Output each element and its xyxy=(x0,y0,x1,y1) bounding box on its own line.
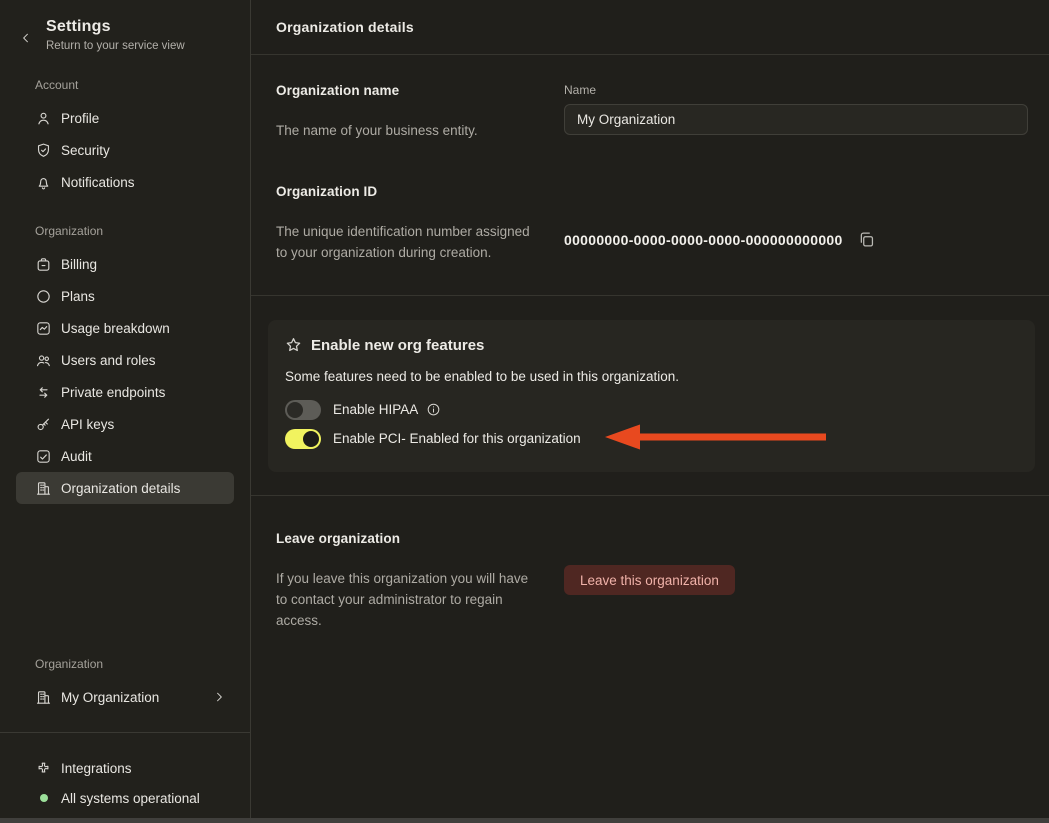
features-card-description: Some features need to be enabled to be u… xyxy=(285,369,680,384)
back-button[interactable] xyxy=(14,26,38,50)
users-icon xyxy=(35,352,52,369)
sidebar-subtitle[interactable]: Return to your service view xyxy=(46,40,185,52)
sidebar-item-security[interactable]: Security xyxy=(16,134,234,166)
chevron-right-icon xyxy=(212,690,226,704)
nav-section-label-account: Account xyxy=(35,78,79,92)
page-header: Organization details xyxy=(251,0,1049,55)
sidebar-item-plans[interactable]: Plans xyxy=(16,280,234,312)
sidebar-item-usage-breakdown[interactable]: Usage breakdown xyxy=(16,312,234,344)
sidebar-item-label: Security xyxy=(61,142,110,158)
name-field-label: Name xyxy=(564,83,597,97)
features-card: Enable new org features Some features ne… xyxy=(268,320,1035,472)
toggle-knob xyxy=(303,430,319,447)
org-info-region: Organization name The name of your busin… xyxy=(251,55,1049,296)
org-name-row: Organization name The name of your busin… xyxy=(251,55,1049,141)
toggle-row-enable-hipaa: Enable HIPAA xyxy=(285,397,1019,422)
org-name-input[interactable] xyxy=(564,104,1028,135)
toggle-row-enable-pci-enabled-for-this-organization: Enable PCI- Enabled for this organizatio… xyxy=(285,426,1019,451)
leave-region: Leave organization If you leave this org… xyxy=(251,496,1049,631)
chevron-left-icon xyxy=(19,31,33,45)
org-name-title: Organization name xyxy=(276,83,400,98)
org-id-description: The unique identification number assigne… xyxy=(276,224,530,260)
sidebar-title: Settings xyxy=(46,18,111,35)
org-switcher[interactable]: My Organization xyxy=(16,681,234,713)
sidebar-item-label: Billing xyxy=(61,256,98,272)
org-name-description: The name of your business entity. xyxy=(276,123,478,138)
status-dot xyxy=(40,794,48,802)
sidebar-item-notifications[interactable]: Notifications xyxy=(16,166,234,198)
integrations-label: Integrations xyxy=(61,760,132,776)
system-status[interactable]: All systems operational xyxy=(0,783,250,813)
page-title: Organization details xyxy=(276,19,414,35)
shield-icon xyxy=(35,142,52,159)
toggle-knob xyxy=(287,401,303,418)
sidebar-item-audit[interactable]: Audit xyxy=(16,440,234,472)
org-switcher-label: Organization xyxy=(35,657,104,671)
sidebar-footer: Integrations All systems operational xyxy=(0,732,250,823)
org-id-title: Organization ID xyxy=(276,184,378,199)
toggle-enable-pci-enabled-for-this-organization[interactable] xyxy=(285,428,321,449)
chart-icon xyxy=(35,320,52,337)
window-bottom-edge xyxy=(0,818,1049,823)
leave-title: Leave organization xyxy=(276,531,401,546)
key-icon xyxy=(35,416,52,433)
star-icon xyxy=(284,336,303,355)
integrations-link[interactable]: Integrations xyxy=(0,753,250,783)
sidebar-org-switcher-group: Organization My Organization xyxy=(0,631,250,713)
sidebar-item-label: Usage breakdown xyxy=(61,320,170,336)
sidebar-item-profile[interactable]: Profile xyxy=(16,102,234,134)
sidebar-item-label: API keys xyxy=(61,416,115,432)
sidebar-nav: Account Profile Security Notifications Organ… xyxy=(0,52,250,504)
toggle-label: Enable HIPAA xyxy=(333,402,419,417)
leave-organization-button[interactable]: Leave this organization xyxy=(564,565,735,595)
sidebar-item-api-keys[interactable]: API keys xyxy=(16,408,234,440)
sidebar-item-label: Organization details xyxy=(61,480,181,496)
billing-icon xyxy=(35,256,52,273)
arrows-icon xyxy=(35,384,52,401)
puzzle-icon xyxy=(35,760,52,777)
toggle-label: Enable PCI- Enabled for this organizatio… xyxy=(333,431,581,446)
sidebar-item-label: Users and roles xyxy=(61,352,156,368)
nav-section-label-organization: Organization xyxy=(35,224,104,238)
user-icon xyxy=(35,110,52,127)
sidebar-item-label: Plans xyxy=(61,288,95,304)
leave-description: If you leave this organization you will … xyxy=(276,571,529,628)
bell-icon xyxy=(35,174,52,191)
toggle-enable-hipaa[interactable] xyxy=(285,399,321,420)
features-region: Enable new org features Some features ne… xyxy=(251,296,1049,496)
building-icon xyxy=(35,480,52,497)
org-switcher-name: My Organization xyxy=(61,689,160,705)
sidebar-header: Settings Return to your service view xyxy=(0,16,250,52)
leave-row: Leave organization If you leave this org… xyxy=(251,496,1049,631)
main-content: Organization details Organization name T… xyxy=(251,0,1049,823)
sidebar-item-users-and-roles[interactable]: Users and roles xyxy=(16,344,234,376)
info-icon[interactable] xyxy=(426,402,441,417)
building-icon xyxy=(35,689,52,706)
settings-sidebar: Settings Return to your service view Acc… xyxy=(0,0,251,823)
sidebar-item-organization-details[interactable]: Organization details xyxy=(16,472,234,504)
org-id-row: Organization ID The unique identificatio… xyxy=(251,184,1049,295)
sidebar-item-billing[interactable]: Billing xyxy=(16,248,234,280)
copy-icon[interactable] xyxy=(857,230,877,250)
feature-toggles: Enable HIPAA Enable PCI- Enabled for this… xyxy=(280,397,1019,451)
features-card-title: Enable new org features xyxy=(311,337,485,354)
sidebar-item-label: Notifications xyxy=(61,174,135,190)
sidebar-item-label: Profile xyxy=(61,110,100,126)
audit-icon xyxy=(35,448,52,465)
sidebar-item-private-endpoints[interactable]: Private endpoints xyxy=(16,376,234,408)
status-label: All systems operational xyxy=(61,790,200,806)
circle-icon xyxy=(35,288,52,305)
sidebar-item-label: Private endpoints xyxy=(61,384,166,400)
org-id-value: 00000000-0000-0000-0000-000000000000 xyxy=(564,232,843,248)
sidebar-item-label: Audit xyxy=(61,448,92,464)
